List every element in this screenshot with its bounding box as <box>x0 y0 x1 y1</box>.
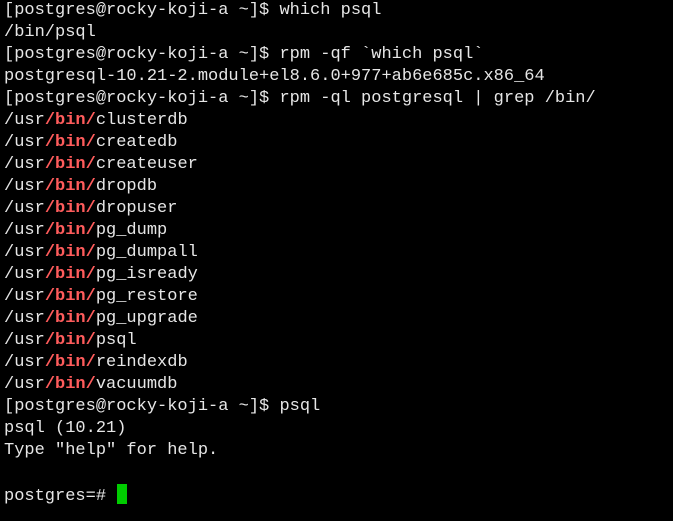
grep-result-line: /usr/bin/pg_dumpall <box>4 242 673 264</box>
grep-result-line: /usr/bin/dropuser <box>4 198 673 220</box>
grep-result-line: /usr/bin/createuser <box>4 154 673 176</box>
grep-result-line: /usr/bin/psql <box>4 330 673 352</box>
executable-name: pg_dumpall <box>95 243 198 262</box>
path-prefix: /usr <box>4 309 45 328</box>
shell-command-line: [postgres@rocky-koji-a ~]$ rpm -qf `whic… <box>4 44 673 66</box>
grep-highlight: /bin/ <box>44 133 96 152</box>
line-text: /bin/psql <box>4 23 96 42</box>
grep-result-line: /usr/bin/vacuumdb <box>4 374 673 396</box>
active-psql-prompt[interactable]: postgres=# <box>4 484 673 506</box>
executable-name: reindexdb <box>95 353 188 372</box>
path-prefix: /usr <box>4 177 45 196</box>
line-text: [postgres@rocky-koji-a ~]$ rpm -ql postg… <box>4 89 596 108</box>
executable-name: pg_restore <box>95 287 198 306</box>
grep-result-line: /usr/bin/reindexdb <box>4 352 673 374</box>
grep-highlight: /bin/ <box>44 177 96 196</box>
path-prefix: /usr <box>4 265 45 284</box>
path-prefix: /usr <box>4 155 45 174</box>
executable-name: psql <box>95 331 137 350</box>
executable-name: dropuser <box>95 199 178 218</box>
line-text: postgres=# <box>4 487 117 506</box>
line-text: Type "help" for help. <box>4 441 219 460</box>
grep-result-line: /usr/bin/pg_isready <box>4 264 673 286</box>
output-line: psql (10.21) <box>4 418 673 440</box>
executable-name: createdb <box>95 133 178 152</box>
path-prefix: /usr <box>4 375 45 394</box>
grep-highlight: /bin/ <box>44 199 96 218</box>
shell-command-line: [postgres@rocky-koji-a ~]$ rpm -ql postg… <box>4 88 673 110</box>
path-prefix: /usr <box>4 133 45 152</box>
executable-name: dropdb <box>95 177 158 196</box>
grep-result-line: /usr/bin/createdb <box>4 132 673 154</box>
output-line: postgresql-10.21-2.module+el8.6.0+977+ab… <box>4 66 673 88</box>
shell-command-line: [postgres@rocky-koji-a ~]$ which psql <box>4 0 673 22</box>
executable-name: pg_upgrade <box>95 309 198 328</box>
terminal-window[interactable]: [postgres@rocky-koji-a ~]$ which psql/bi… <box>0 0 673 521</box>
grep-highlight: /bin/ <box>44 375 96 394</box>
line-text: postgresql-10.21-2.module+el8.6.0+977+ab… <box>4 67 545 86</box>
output-line: Type "help" for help. <box>4 440 673 462</box>
path-prefix: /usr <box>4 331 45 350</box>
line-text: psql (10.21) <box>4 419 127 438</box>
grep-highlight: /bin/ <box>44 353 96 372</box>
grep-highlight: /bin/ <box>44 221 96 240</box>
line-text: [postgres@rocky-koji-a ~]$ rpm -qf `whic… <box>4 45 484 64</box>
path-prefix: /usr <box>4 221 45 240</box>
grep-result-line: /usr/bin/clusterdb <box>4 110 673 132</box>
grep-highlight: /bin/ <box>44 243 96 262</box>
grep-highlight: /bin/ <box>44 265 96 284</box>
text-cursor[interactable] <box>117 484 128 504</box>
grep-highlight: /bin/ <box>44 111 96 130</box>
path-prefix: /usr <box>4 353 45 372</box>
grep-highlight: /bin/ <box>44 287 96 306</box>
path-prefix: /usr <box>4 243 45 262</box>
path-prefix: /usr <box>4 111 45 130</box>
grep-result-line: /usr/bin/pg_upgrade <box>4 308 673 330</box>
grep-result-line: /usr/bin/dropdb <box>4 176 673 198</box>
shell-command-line: [postgres@rocky-koji-a ~]$ psql <box>4 396 673 418</box>
path-prefix: /usr <box>4 287 45 306</box>
line-text: [postgres@rocky-koji-a ~]$ psql <box>4 397 321 416</box>
line-text: [postgres@rocky-koji-a ~]$ which psql <box>4 1 382 20</box>
grep-highlight: /bin/ <box>44 309 96 328</box>
grep-highlight: /bin/ <box>44 155 96 174</box>
executable-name: createuser <box>95 155 198 174</box>
executable-name: pg_dump <box>95 221 168 240</box>
path-prefix: /usr <box>4 199 45 218</box>
output-line: /bin/psql <box>4 22 673 44</box>
grep-result-line: /usr/bin/pg_restore <box>4 286 673 308</box>
grep-highlight: /bin/ <box>44 331 96 350</box>
executable-name: pg_isready <box>95 265 198 284</box>
executable-name: vacuumdb <box>95 375 178 394</box>
executable-name: clusterdb <box>95 111 188 130</box>
grep-result-line: /usr/bin/pg_dump <box>4 220 673 242</box>
